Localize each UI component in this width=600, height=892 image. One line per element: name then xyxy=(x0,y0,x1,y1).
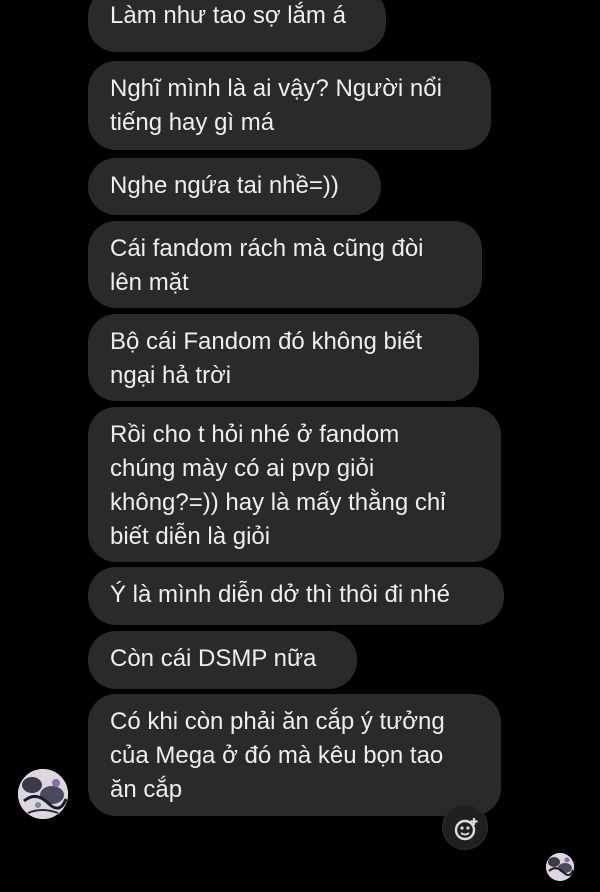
seen-avatar-image xyxy=(546,853,574,881)
message-bubble[interactable]: Bộ cái Fandom đó không biết ngại hả trời xyxy=(88,314,479,401)
chat-screen: { "conversation": { "messages": [ {"text… xyxy=(0,0,600,892)
message-bubble[interactable]: Rồi cho t hỏi nhé ở fandom chúng mày có … xyxy=(88,407,501,562)
message-bubble[interactable]: Ý là mình diễn dở thì thôi đi nhé xyxy=(88,567,504,625)
message-bubble[interactable]: Nghe ngứa tai nhề=)) xyxy=(88,158,381,215)
message-bubble[interactable]: Làm như tao sợ lắm á xyxy=(88,0,386,52)
add-reaction-button[interactable] xyxy=(442,804,488,850)
message-bubble[interactable]: Còn cái DSMP nữa xyxy=(88,631,357,689)
sender-avatar[interactable] xyxy=(18,769,68,819)
add-reaction-icon xyxy=(454,818,478,841)
message-bubble[interactable]: Có khi còn phải ăn cắp ý tưởng của Mega … xyxy=(88,694,501,816)
seen-avatar xyxy=(546,853,574,881)
message-bubble[interactable]: Cái fandom rách mà cũng đòi lên mặt xyxy=(88,221,482,308)
sender-avatar-image xyxy=(18,769,68,819)
message-bubble[interactable]: Nghĩ mình là ai vậy? Người nổi tiếng hay… xyxy=(88,61,491,150)
